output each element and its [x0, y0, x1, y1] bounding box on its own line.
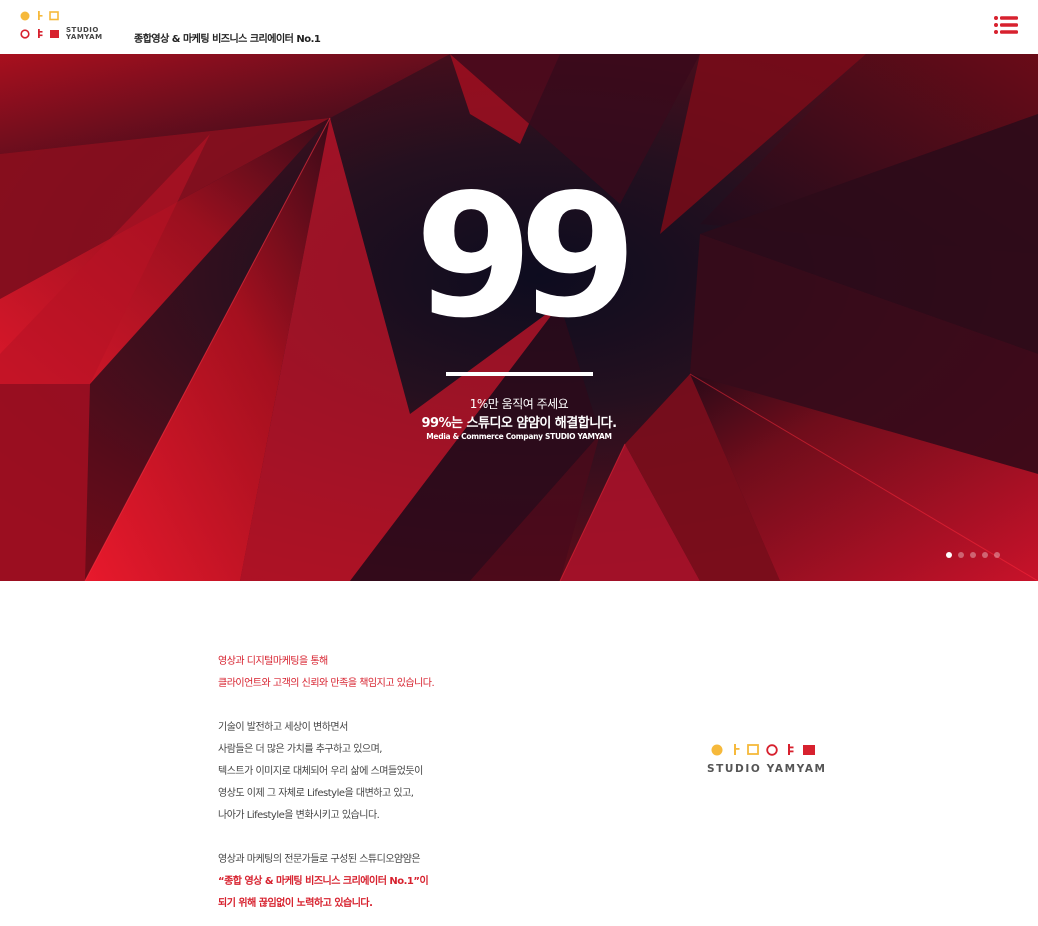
intro-line: 기술이 발전하고 세상이 변하면서 — [218, 722, 348, 733]
intro-line: “종합 영상 & 마케팅 비즈니스 크리에이터 No.1”이 — [218, 876, 429, 887]
hero-subtitle: 1%만 움직여 주세요 — [469, 397, 569, 411]
slider-dot-3[interactable] — [970, 552, 976, 558]
intro-line: 클라이언트와 고객의 신뢰와 만족을 책임지고 있습니다. — [218, 678, 435, 689]
hero-divider — [446, 372, 593, 376]
hero-title: 99%는 스튜디오 얌얌이 해결합니다. — [421, 416, 617, 431]
slider-pagination — [946, 552, 1000, 558]
logo-large-wordmark: STUDIO YAMYAM — [707, 763, 827, 775]
logo-wordmark-line2: YAMYAM — [66, 33, 103, 41]
logo-mark-large-icon — [711, 744, 815, 756]
intro-line: 되기 위해 끊임없이 노력하고 있습니다. — [218, 898, 373, 909]
intro-line: 나아가 Lifestyle을 변화시키고 있습니다. — [218, 810, 380, 821]
logo-wordmark: STUDIO YAMYAM — [66, 27, 103, 41]
hero-caption: Media & Commerce Company STUDIO YAMYAM — [426, 432, 612, 441]
hamburger-list-icon — [994, 16, 1018, 34]
menu-button[interactable] — [994, 15, 1018, 35]
intro-line: 영상과 디지털마케팅을 통해 — [218, 656, 328, 667]
intro-line: 영상도 이제 그 자체로 Lifestyle을 대변하고 있고, — [218, 788, 414, 799]
header-tagline: 종합영상 & 마케팅 비즈니스 크리에이터 No.1 — [134, 34, 321, 45]
intro-line: 텍스트가 이미지로 대체되어 우리 삶에 스며들었듯이 — [218, 766, 423, 777]
slider-dot-4[interactable] — [982, 552, 988, 558]
intro-line: 영상과 마케팅의 전문가들로 구성된 스튜디오얌얌은 — [218, 854, 421, 865]
intro-text-section: 영상과 디지털마케팅을 통해 클라이언트와 고객의 신뢰와 만족을 책임지고 있… — [218, 651, 678, 915]
slider-dot-2[interactable] — [958, 552, 964, 558]
slider-dot-5[interactable] — [994, 552, 1000, 558]
hero-slider: 99 1%만 움직여 주세요 99%는 스튜디오 얌얌이 해결합니다. Medi… — [0, 54, 1038, 581]
site-header: STUDIO YAMYAM 종합영상 & 마케팅 비즈니스 크리에이터 No.1 — [0, 0, 1038, 54]
slider-dot-1[interactable] — [946, 552, 952, 558]
logo-mark-icon — [20, 11, 59, 39]
hero-headline-number: 99 — [414, 158, 638, 356]
intro-line: 사람들은 더 많은 가치를 추구하고 있으며, — [218, 744, 382, 755]
